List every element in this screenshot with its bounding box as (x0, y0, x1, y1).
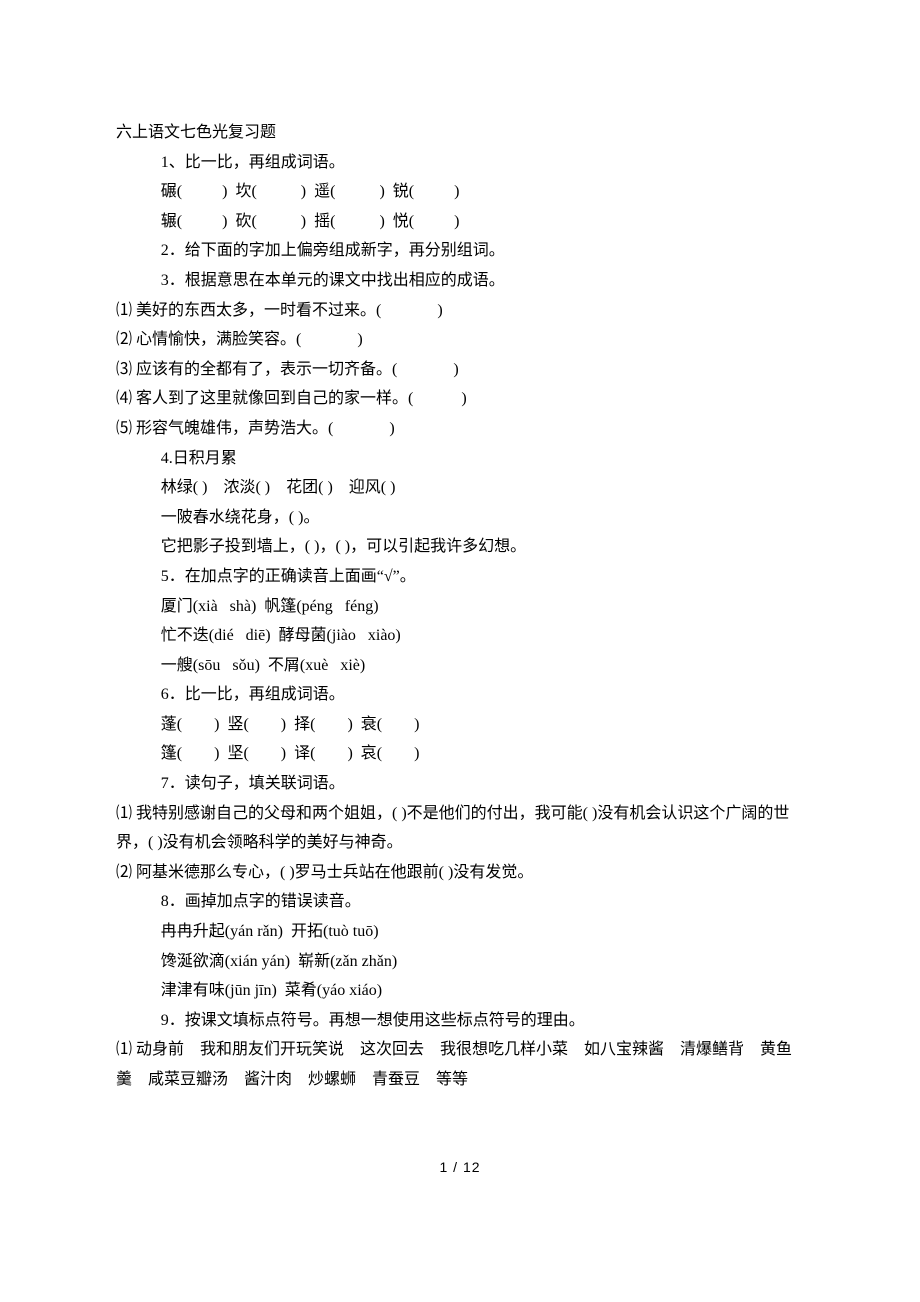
text-line: 它把影子投到墙上，( )，( )，可以引起我许多幻想。 (116, 532, 804, 562)
text-line: ⑵ 阿基米德那么专心，( )罗马士兵站在他跟前( )没有发觉。 (116, 858, 804, 888)
text-line: 2．给下面的字加上偏旁组成新字，再分别组词。 (116, 236, 804, 266)
text-line: 忙不迭(dié diē) 酵母菌(jiào xiào) (116, 621, 804, 651)
text-line: 1、比一比，再组成词语。 (116, 148, 804, 178)
text-line: 6．比一比，再组成词语。 (116, 680, 804, 710)
document-title: 六上语文七色光复习题 (116, 118, 804, 148)
text-line: ⑷ 客人到了这里就像回到自己的家一样。( ) (116, 384, 804, 414)
text-line: ⑸ 形容气魄雄伟，声势浩大。( ) (116, 414, 804, 444)
text-line: 篷( ) 坚( ) 译( ) 哀( ) (116, 739, 804, 769)
text-line: ⑵ 心情愉快，满脸笑容。( ) (116, 325, 804, 355)
text-line: 4.日积月累 (116, 444, 804, 474)
text-line: 7．读句子，填关联词语。 (116, 769, 804, 799)
text-line: 3．根据意思在本单元的课文中找出相应的成语。 (116, 266, 804, 296)
text-line: 8．画掉加点字的错误读音。 (116, 887, 804, 917)
text-line: ⑴ 我特别感谢自己的父母和两个姐姐，( )不是他们的付出，我可能( )没有机会认… (116, 799, 804, 858)
text-line: 馋涎欲滴(xián yán) 崭新(zǎn zhǎn) (116, 947, 804, 977)
document-body: 1、比一比，再组成词语。碾( ) 坎( ) 遥( ) 锐( )辗( ) 砍( )… (116, 148, 804, 1095)
text-line: 碾( ) 坎( ) 遥( ) 锐( ) (116, 177, 804, 207)
text-line: 辗( ) 砍( ) 摇( ) 悦( ) (116, 207, 804, 237)
text-line: 9．按课文填标点符号。再想一想使用这些标点符号的理由。 (116, 1006, 804, 1036)
text-line: ⑶ 应该有的全都有了，表示一切齐备。( ) (116, 355, 804, 385)
text-line: 冉冉升起(yán rǎn) 开拓(tuò tuō) (116, 917, 804, 947)
text-line: 津津有味(jūn jīn) 菜肴(yáo xiáo) (116, 976, 804, 1006)
text-line: 一艘(sōu sǒu) 不屑(xuè xiè) (116, 651, 804, 681)
text-line: ⑴ 美好的东西太多，一时看不过来。( ) (116, 296, 804, 326)
text-line: 林绿( ) 浓淡( ) 花团( ) 迎风( ) (116, 473, 804, 503)
text-line: 蓬( ) 竖( ) 择( ) 衰( ) (116, 710, 804, 740)
page-number: 1 / 12 (116, 1155, 804, 1181)
text-line: 一陂春水绕花身，( )。 (116, 503, 804, 533)
text-line: 5．在加点字的正确读音上面画“√”。 (116, 562, 804, 592)
text-line: 厦门(xià shà) 帆篷(péng féng) (116, 592, 804, 622)
document-page: 六上语文七色光复习题 1、比一比，再组成词语。碾( ) 坎( ) 遥( ) 锐(… (0, 0, 920, 1240)
text-line: ⑴ 动身前 我和朋友们开玩笑说 这次回去 我很想吃几样小菜 如八宝辣酱 清爆鳝背… (116, 1035, 804, 1094)
